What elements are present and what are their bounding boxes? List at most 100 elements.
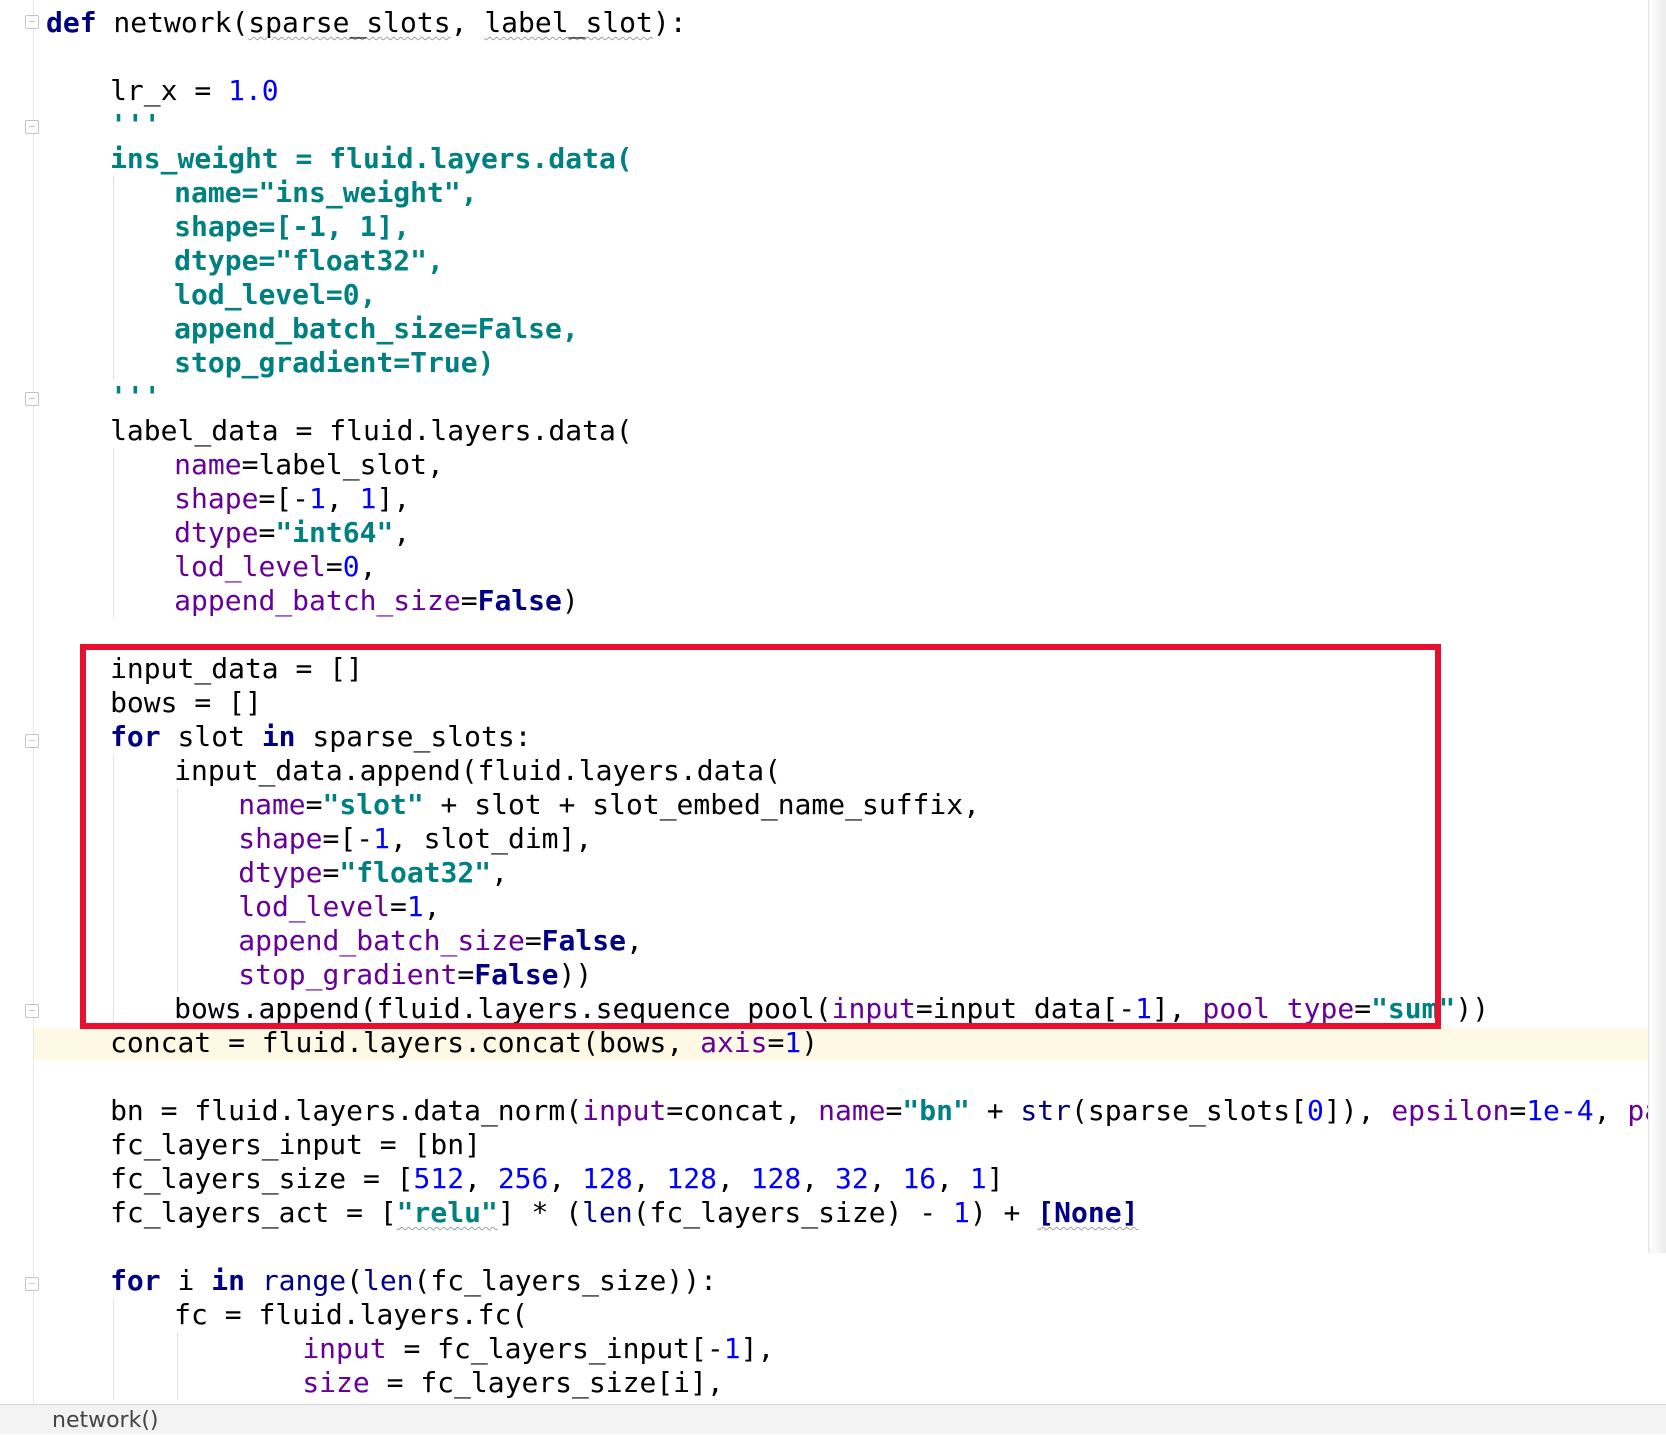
code-line[interactable]: ins_weight = fluid.layers.data( (110, 142, 633, 176)
code-line[interactable]: def network(sparse_slots, label_slot): (46, 6, 687, 40)
code-token: fc_layers_act = [ (110, 1196, 397, 1229)
code-token: ins_weight = fluid.layers.data( (110, 142, 633, 175)
indent-guide (113, 822, 115, 856)
code-token: 1 (359, 482, 377, 515)
code-line[interactable]: append_batch_size=False, (174, 312, 579, 346)
fold-toggle-icon[interactable] (25, 1277, 39, 1291)
code-line[interactable]: input_data.append(fluid.layers.data( (174, 754, 781, 788)
code-line[interactable]: size = fc_layers_size[i], (302, 1366, 723, 1400)
code-line[interactable]: stop_gradient=True) (174, 346, 494, 380)
indent-guide (113, 958, 115, 992)
code-line[interactable]: ''' (110, 380, 161, 414)
scrollbar-thumb[interactable] (1650, 0, 1666, 1253)
code-token: 256 (497, 1162, 549, 1195)
code-line[interactable]: fc_layers_size = [512, 256, 128, 128, 12… (110, 1162, 1004, 1196)
code-token: "slot" (322, 788, 424, 821)
code-line[interactable]: input_data = [] (110, 652, 363, 686)
code-line[interactable]: bn = fluid.layers.data_norm(input=concat… (110, 1094, 1666, 1128)
code-line[interactable]: dtype="float32", (174, 244, 444, 278)
code-token: , (548, 1162, 583, 1195)
code-token: dtype (238, 856, 323, 889)
code-token: str (1020, 1094, 1071, 1127)
code-token: pool_type (1202, 992, 1355, 1025)
fold-toggle-icon[interactable] (25, 120, 39, 134)
code-line[interactable]: append_batch_size=False, (238, 924, 643, 958)
code-token: "float32" (339, 856, 492, 889)
code-token: fc = fluid.layers.fc( (174, 1298, 529, 1331)
code-line[interactable]: dtype="int64", (174, 516, 410, 550)
code-line[interactable]: stop_gradient=False)) (238, 958, 592, 992)
code-token: ) + (969, 1196, 1038, 1229)
code-token: append_batch_size (174, 584, 461, 617)
code-token: sparse_slots: (295, 720, 532, 753)
indent-guide (113, 244, 115, 278)
code-token: , (325, 482, 360, 515)
code-token: ''' (110, 380, 161, 413)
code-line[interactable]: lod_level=1, (238, 890, 440, 924)
code-token: shape (174, 482, 259, 515)
code-token: for (110, 1264, 161, 1297)
code-line[interactable]: name=label_slot, (174, 448, 444, 482)
code-token: , slot_dim], (389, 822, 593, 855)
indent-guide (177, 890, 179, 924)
code-token: network( (96, 6, 249, 39)
code-line[interactable]: fc_layers_input = [bn] (110, 1128, 481, 1162)
code-token: = (258, 516, 276, 549)
code-token: , (632, 1162, 667, 1195)
fold-toggle-icon[interactable] (25, 734, 39, 748)
code-token: False (477, 584, 562, 617)
code-token: bows.append(fluid.layers.sequence_pool( (174, 992, 832, 1025)
breadcrumb[interactable]: network() (52, 1407, 159, 1435)
code-line[interactable]: shape=[-1, 1], (174, 482, 410, 516)
code-token: ], (376, 482, 411, 515)
fold-toggle-icon[interactable] (25, 15, 39, 29)
fold-toggle-icon[interactable] (25, 1004, 39, 1018)
code-line[interactable]: name="slot" + slot + slot_embed_name_suf… (238, 788, 980, 822)
code-line[interactable]: bows.append(fluid.layers.sequence_pool(i… (174, 992, 1489, 1026)
code-line[interactable]: shape=[-1, slot_dim], (238, 822, 592, 856)
code-line[interactable]: append_batch_size=False) (174, 584, 579, 618)
code-token: = (322, 856, 340, 889)
code-line[interactable]: lod_level=0, (174, 550, 376, 584)
code-line[interactable]: lr_x = 1.0 (110, 74, 279, 108)
code-line[interactable]: shape=[-1, 1], (174, 210, 410, 244)
code-line[interactable]: fc = fluid.layers.fc( (174, 1298, 528, 1332)
code-token: (sparse_slots[ (1071, 1094, 1308, 1127)
code-token: "relu" (396, 1196, 498, 1229)
code-token: ], (1151, 992, 1203, 1025)
code-line[interactable]: fc_layers_act = ["relu"] * (len(fc_layer… (110, 1196, 1138, 1230)
code-token: 1.0 (228, 74, 279, 107)
code-token: bn = fluid.layers.data_norm( (110, 1094, 583, 1127)
code-token: , (1593, 1094, 1628, 1127)
code-token: i (160, 1264, 212, 1297)
gutter-separator (33, 0, 34, 1404)
code-line[interactable]: label_data = fluid.layers.data( (110, 414, 633, 448)
code-token: , (359, 550, 377, 583)
code-line[interactable]: ''' (110, 108, 161, 142)
code-token: 1e-4 (1526, 1094, 1594, 1127)
fold-toggle-icon[interactable] (25, 392, 39, 406)
code-token: "sum" (1371, 992, 1456, 1025)
code-token: 16 (902, 1162, 937, 1195)
code-line[interactable]: bows = [] (110, 686, 262, 720)
code-line[interactable]: input = fc_layers_input[-1], (302, 1332, 774, 1366)
code-token: def (46, 6, 97, 39)
code-token: + slot + slot_embed_name_suffix, (423, 788, 980, 821)
code-token: append_batch_size (238, 924, 525, 957)
editor-gutter[interactable] (0, 0, 39, 1404)
code-token: ): (652, 6, 687, 39)
code-line[interactable]: name="ins_weight", (174, 176, 477, 210)
code-line[interactable]: concat = fluid.layers.concat(bows, axis=… (110, 1026, 818, 1060)
code-line[interactable]: dtype="float32", (238, 856, 508, 890)
code-line[interactable]: for i in range(len(fc_layers_size)): (110, 1264, 717, 1298)
code-token: , (491, 856, 508, 889)
indent-guide (113, 890, 115, 924)
code-line[interactable]: for slot in sparse_slots: (110, 720, 531, 754)
code-editor[interactable]: def network(sparse_slots, label_slot):lr… (0, 0, 1666, 1404)
indent-guide (177, 856, 179, 890)
code-line[interactable]: lod_level=0, (174, 278, 376, 312)
code-token: 0 (342, 550, 360, 583)
code-token: range (261, 1264, 347, 1297)
code-token: in (261, 720, 296, 753)
